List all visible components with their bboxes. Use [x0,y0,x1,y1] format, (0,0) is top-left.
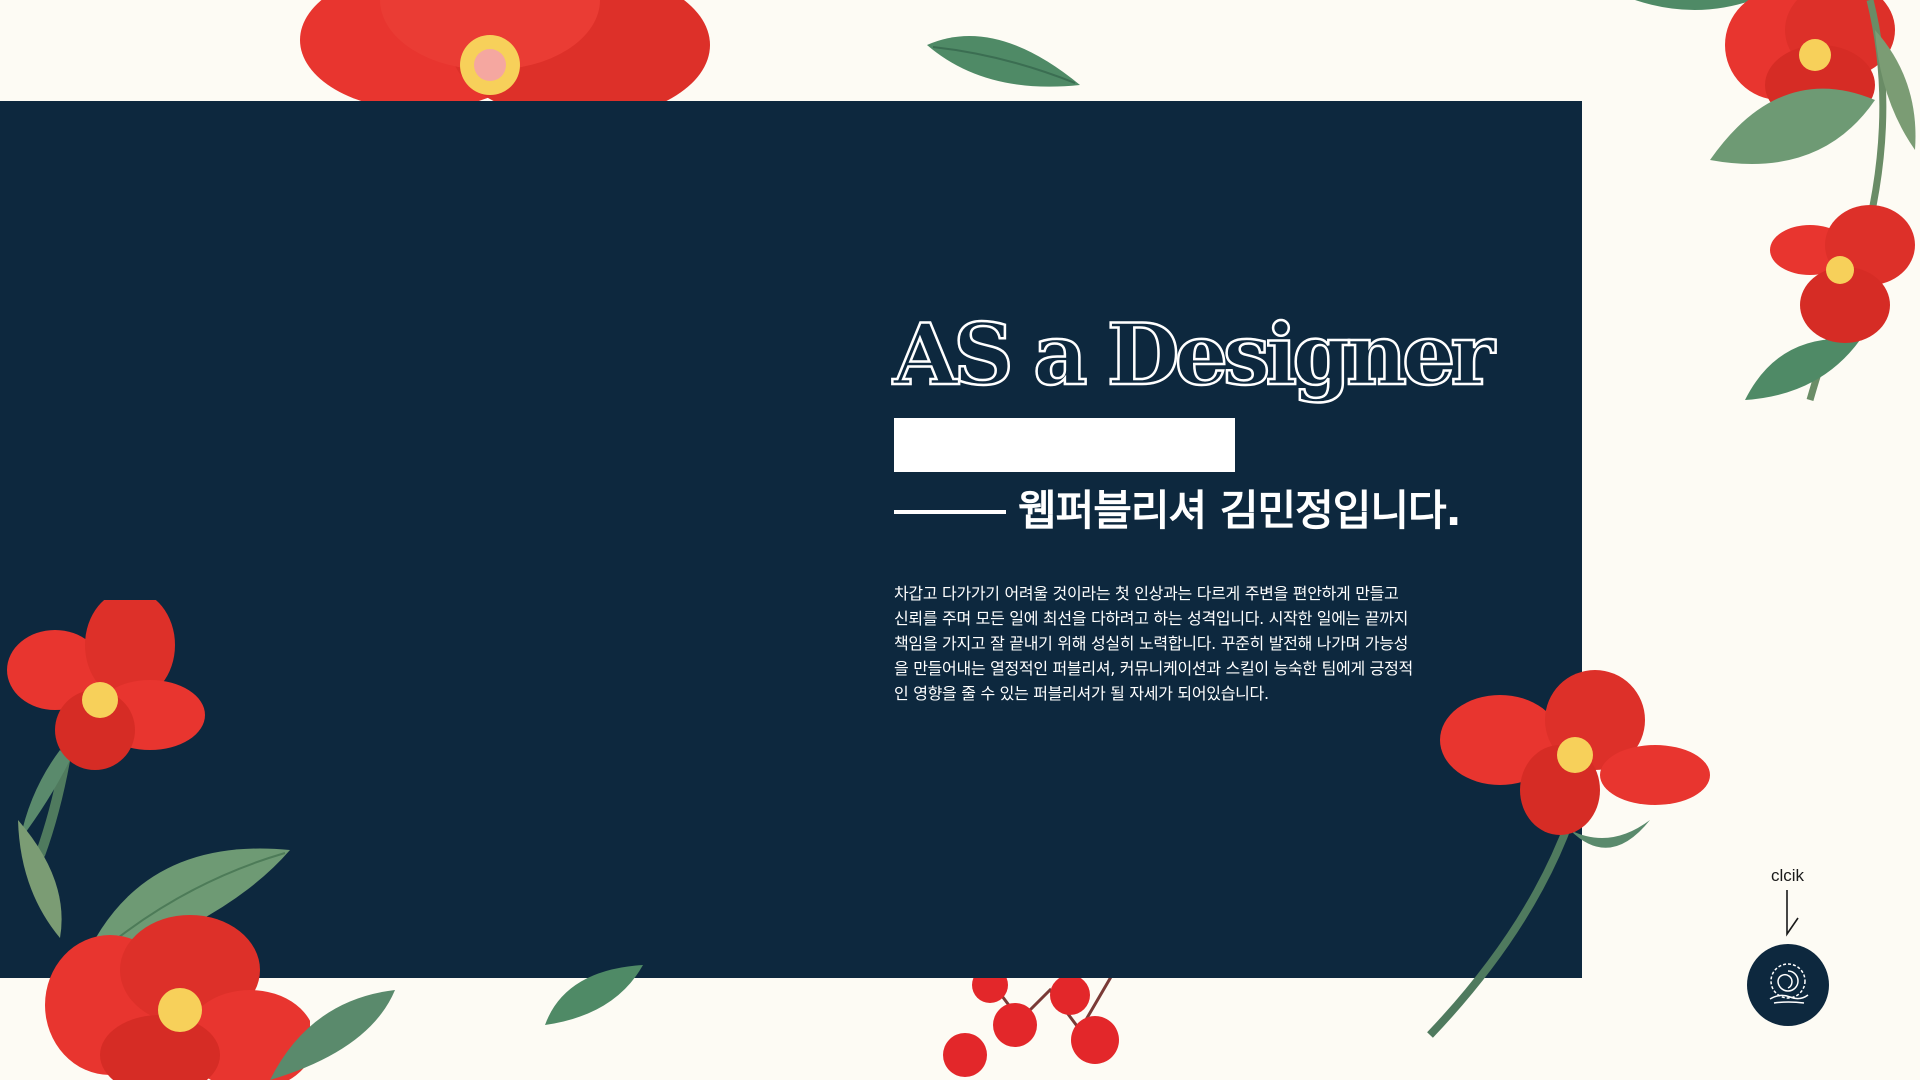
intro-line: 차갑고 다가가기 어려울 것이라는 첫 인상과는 다르게 주변을 편안하게 만들… [894,584,1399,603]
flower-right-lower [1427,670,1710,1038]
flower-top-left [300,0,710,110]
highlight-bar [894,418,1235,472]
intro-line: 인 영향을 줄 수 있는 퍼블리셔가 될 자세가 되어있습니다. [894,684,1269,703]
swirl-hand-icon [1769,963,1809,1004]
leaf-bottom-left-2 [270,990,395,1080]
arrow-down-icon [1786,890,1799,937]
flower-right-mid [1770,205,1915,343]
intro-line: 을 만들어내는 열정적인 퍼블리셔, 커뮤니케이션과 스킬이 능숙한 팀에게 긍… [894,659,1413,678]
click-button[interactable] [1747,944,1829,1026]
leaf-bottom-mid [545,965,643,1025]
click-label: clcik [1771,866,1805,885]
name-heading: 웹퍼블리셔 김민정입니다. [1018,486,1462,535]
intro-paragraph: 차갑고 다가가기 어려울 것이라는 첫 인상과는 다르게 주변을 편안하게 만들… [894,581,1469,706]
heading-dash-line [894,510,1006,514]
leaf-top-center [927,36,1080,87]
berries-bottom [943,967,1119,1077]
intro-line: 신뢰를 주며 모든 일에 최선을 다하려고 하는 성격입니다. 시작한 일에는 … [894,609,1409,628]
hero-headline: AS a Designer [892,304,1496,406]
intro-line: 책임을 가지고 잘 끝내기 위해 성실히 노력합니다. 꾸준히 발전해 나가며 … [894,634,1409,653]
